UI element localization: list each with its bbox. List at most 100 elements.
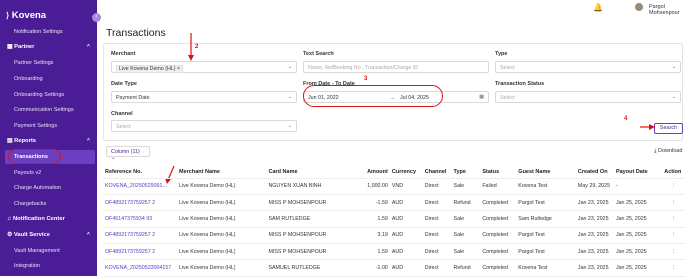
- row-action-menu[interactable]: ⋮: [662, 178, 685, 195]
- col-header-type[interactable]: Type: [451, 166, 481, 179]
- type-cell: Sale: [451, 227, 481, 245]
- channel-select[interactable]: Select ⌄: [111, 120, 297, 132]
- calendar-icon: ▦: [479, 94, 484, 100]
- sidebar-item-label: Payment Settings: [14, 123, 58, 129]
- sidebar-item-payouts-v2[interactable]: Payouts v2: [14, 170, 41, 176]
- chevron-down-icon: ⌄: [287, 64, 292, 70]
- sidebar-section-notification-center[interactable]: ♫ Notification Center: [7, 216, 65, 222]
- guest-name-cell: Pargol Test: [516, 227, 576, 245]
- col-header-card-name[interactable]: Card Name: [266, 166, 355, 179]
- reference-cell[interactable]: KOVENA_20250523004157: [103, 259, 178, 277]
- transaction-status-select[interactable]: Select ⌄: [495, 91, 681, 103]
- sidebar-section-partner[interactable]: ▦ Partner ^: [7, 44, 90, 50]
- chevron-down-icon: ⌄: [111, 155, 116, 161]
- sidebar-item-label: Communication Settings: [14, 107, 74, 113]
- table-row[interactable]: OF4892173759257 2 Live Kovena Demo (HL) MI…: [103, 243, 685, 261]
- remove-tag-icon[interactable]: ×: [177, 66, 180, 72]
- col-header-status[interactable]: Status: [480, 166, 517, 179]
- sidebar-item-label: Onboarding Settings: [14, 92, 65, 98]
- merchant-cell: Live Kovena Demo (HL): [177, 227, 267, 245]
- card-name-cell: NGUYEN XUAN BINH: [266, 178, 355, 195]
- notifications-bell-icon[interactable]: 🔔: [593, 3, 603, 12]
- amount-cell: -1.00: [354, 259, 390, 277]
- row-action-menu[interactable]: ⋮: [662, 194, 685, 212]
- table-row[interactable]: KOVENA_20250529091... Live Kovena Demo (H…: [103, 178, 685, 195]
- sidebar-item-charge-automation[interactable]: Charge Automation: [14, 185, 61, 191]
- chevron-down-icon: ⌄: [671, 94, 676, 100]
- col-header-created-on[interactable]: Created On: [575, 166, 614, 179]
- sidebar-item-chargebacks[interactable]: Chargebacks: [14, 201, 46, 207]
- status-cell: Completed: [480, 259, 517, 277]
- sidebar-item-vault-management[interactable]: Vault Management: [14, 248, 60, 254]
- annotation-number-2: 2: [195, 44, 199, 50]
- sidebar-item-integration[interactable]: Integration: [14, 263, 40, 269]
- status-cell: Completed: [480, 227, 517, 245]
- table-row[interactable]: OF45147375934 93 Live Kovena Demo (HL) SAM…: [103, 210, 685, 228]
- grid-icon: ▦: [7, 44, 13, 50]
- type-cell: Sale: [451, 178, 481, 195]
- sidebar-item-onboarding-settings[interactable]: Onboarding Settings: [14, 92, 64, 98]
- kovena-logo[interactable]: ⟩ Kovena: [6, 10, 46, 21]
- table-row[interactable]: KOVENA_20250523004157 Live Kovena Demo (H…: [103, 259, 685, 277]
- merchant-select[interactable]: Live Kovena Demo (HL) × ⌄: [111, 61, 297, 73]
- amount-cell: 1.59: [354, 210, 390, 228]
- sidebar-item-label: Partner Settings: [14, 60, 54, 66]
- transactions-table: Reference No. Merchant Name Card Name Am…: [103, 166, 685, 277]
- channel-placeholder: Select: [116, 124, 131, 130]
- col-header-payout-date[interactable]: Payout Date: [613, 166, 663, 179]
- table-body: KOVENA_20250529091... Live Kovena Demo (H…: [103, 178, 685, 277]
- reference-cell[interactable]: OF45147375934 93: [103, 210, 178, 228]
- bell-icon: ♫: [7, 216, 12, 222]
- search-button[interactable]: Search: [654, 123, 683, 134]
- table-row[interactable]: OF4892173759257 2 Live Kovena Demo (HL) MI…: [103, 194, 685, 212]
- chevron-down-icon: ⌄: [671, 64, 676, 70]
- main-content: 🔔 Pargol Mohsenpour ⌄ Transactions Merch…: [97, 0, 688, 277]
- reference-cell[interactable]: KOVENA_20250529091...: [103, 178, 178, 195]
- sidebar-item-onboarding[interactable]: Onboarding: [14, 76, 43, 82]
- sidebar-section-label: Notification Center: [12, 216, 65, 222]
- table-row[interactable]: OF4892173759257 2 Live Kovena Demo (HL) MI…: [103, 227, 685, 245]
- column-button[interactable]: Column (11) ⌄: [106, 146, 150, 161]
- merchant-tag[interactable]: Live Kovena Demo (HL) ×: [116, 65, 184, 73]
- sidebar-item-communication-settings[interactable]: Communication Settings: [14, 107, 74, 113]
- type-select[interactable]: Select ⌄: [495, 61, 681, 73]
- card-name-cell: MISS P MOHSENPOUR: [266, 227, 355, 245]
- currency-cell: AUD: [389, 194, 423, 212]
- reference-cell[interactable]: OF4892173759257 2: [103, 243, 178, 261]
- col-header-channel[interactable]: Channel: [422, 166, 452, 179]
- topbar: 🔔 Pargol Mohsenpour ⌄: [97, 0, 688, 16]
- text-search-placeholder: Name, RefBooking No , Transaction/Charge…: [308, 65, 419, 71]
- sidebar-item-label: Vault Management: [14, 248, 60, 254]
- sidebar-section-vault-service[interactable]: ⚙ Vault Service ^: [7, 232, 90, 238]
- sidebar-item-label: Chargebacks: [14, 201, 47, 207]
- merchant-cell: Live Kovena Demo (HL): [177, 178, 267, 195]
- reference-cell[interactable]: OF4892173759257 2: [103, 194, 178, 212]
- row-action-menu[interactable]: ⋮: [662, 243, 685, 261]
- sidebar-item-partner-settings[interactable]: Partner Settings: [14, 60, 53, 66]
- sidebar-section-label: Vault Service: [13, 232, 50, 238]
- text-search-input[interactable]: Name, RefBooking No , Transaction/Charge…: [303, 61, 489, 73]
- col-header-guest-name[interactable]: Guest Name: [516, 166, 576, 179]
- currency-cell: AUD: [389, 210, 423, 228]
- col-header-reference[interactable]: Reference No.: [103, 166, 178, 179]
- avatar[interactable]: [635, 3, 643, 11]
- row-action-menu[interactable]: ⋮: [662, 259, 685, 277]
- reference-cell[interactable]: OF4892173759257 2: [103, 227, 178, 245]
- user-name[interactable]: Pargol Mohsenpour: [649, 4, 688, 16]
- payout-date-cell: -: [613, 178, 663, 195]
- guest-name-cell: Kovena Test: [516, 178, 576, 195]
- download-button[interactable]: ⤓ Download: [654, 148, 682, 155]
- col-header-currency[interactable]: Currency: [389, 166, 423, 179]
- sidebar-item-label: Notification Settings: [14, 29, 63, 35]
- annotation-oval-transactions: [8, 149, 61, 164]
- sidebar-item-notification-settings[interactable]: Notification Settings: [14, 29, 63, 35]
- sidebar-item-payment-settings[interactable]: Payment Settings: [14, 123, 57, 129]
- card-name-cell: SAMUEL RUTLEDGE: [266, 259, 355, 277]
- row-action-menu[interactable]: ⋮: [662, 210, 685, 228]
- col-header-merchant[interactable]: Merchant Name: [177, 166, 267, 179]
- sidebar-item-label: Payouts v2: [14, 170, 42, 176]
- col-header-amount[interactable]: Amount: [354, 166, 390, 179]
- row-action-menu[interactable]: ⋮: [662, 227, 685, 245]
- date-type-select[interactable]: Payment Date ⌄: [111, 91, 297, 103]
- sidebar-section-reports[interactable]: ▤ Reports ^: [7, 138, 90, 144]
